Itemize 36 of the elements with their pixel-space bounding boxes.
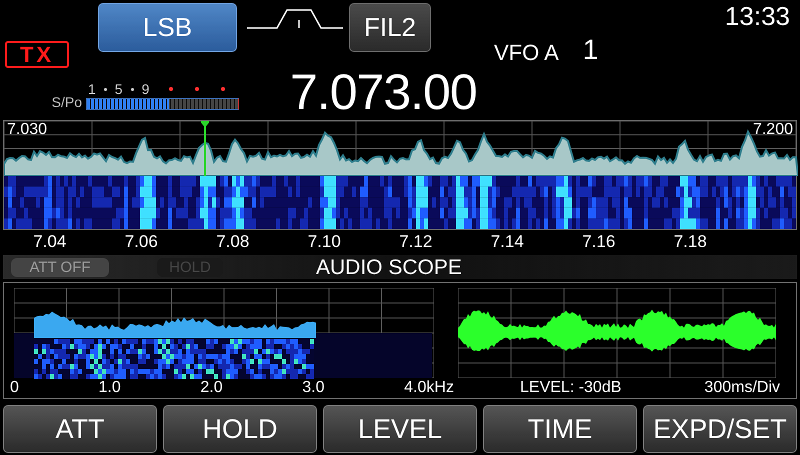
audio-scale-label: 3.0: [302, 378, 325, 398]
frequency-scale-label: 7.04: [32, 233, 68, 250]
audio-scale-label: 2.0: [200, 378, 223, 398]
audio-scale-label: 1.0: [98, 378, 121, 398]
marker-icon: [201, 121, 209, 176]
frequency-scale-label: 7.16: [581, 233, 616, 250]
frequency-scale-label: 7.18: [672, 233, 708, 250]
panel-title: AUDIO SCOPE: [316, 256, 462, 278]
level-reading: LEVEL: -30dB: [520, 378, 622, 398]
vfo-label: VFO A: [494, 42, 559, 64]
frequency-scale-label: 7.08: [215, 233, 250, 250]
clock: 13:33: [724, 1, 790, 31]
frequency-scale-label: 7.14: [490, 233, 525, 250]
meter-scale-label: 1: [88, 82, 96, 96]
function-button[interactable]: ATT: [3, 405, 157, 453]
meter-scale-label: 5: [114, 82, 123, 96]
function-button[interactable]: EXPD/SET: [643, 405, 797, 453]
status-indicator: ATT OFF: [11, 258, 109, 276]
mode-button[interactable]: LSB: [98, 3, 237, 52]
frequency-scale-label: 7.06: [124, 233, 159, 250]
time-division: 300ms/Div: [704, 378, 780, 398]
tx-indicator: TX: [5, 41, 69, 68]
function-button[interactable]: LEVEL: [323, 405, 477, 453]
frequency-display: 7.073.00: [290, 65, 478, 119]
frequency-scale-label: 7.10: [306, 233, 342, 250]
function-button[interactable]: TIME: [483, 405, 637, 453]
audio-scale-label: 4.0kHz: [404, 378, 454, 398]
meter-scale-label: 9: [142, 82, 150, 96]
audio-scale-label: 0: [10, 378, 19, 398]
filter-button[interactable]: FIL2: [349, 3, 431, 52]
frequency-scale-label: 7.12: [398, 233, 434, 250]
meter-label: S/Po: [50, 95, 83, 109]
function-button[interactable]: HOLD: [163, 405, 317, 453]
scope-edge-high: 7.200: [752, 121, 793, 139]
memory-number: 1: [582, 36, 598, 64]
scope-edge-low: 7.030: [7, 121, 48, 139]
